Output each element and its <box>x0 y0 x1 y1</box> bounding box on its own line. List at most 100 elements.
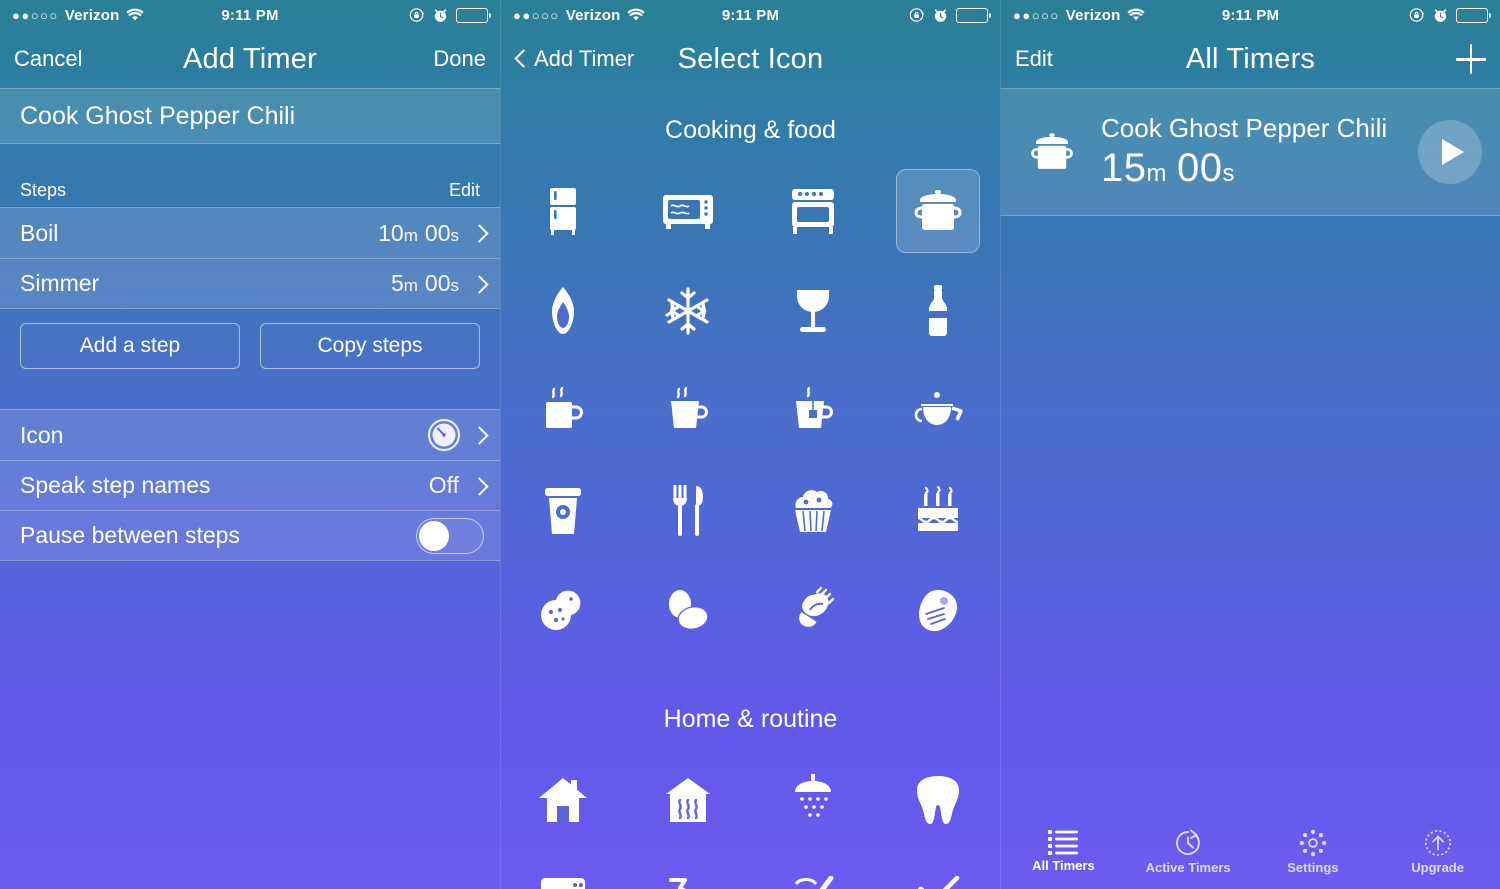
icon-option-ham-roast[interactable] <box>751 561 876 661</box>
section-title-cooking-food: Cooking & food <box>665 116 836 144</box>
steak-icon <box>913 587 963 635</box>
icon-option-fork-knife[interactable] <box>626 461 751 561</box>
timer-options-list: Icon Speak step names Off Pause between … <box>0 409 500 561</box>
chevron-right-icon <box>473 224 484 242</box>
tab-label: Upgrade <box>1411 860 1464 875</box>
section-title-home-routine: Home & routine <box>663 705 838 733</box>
add-a-step-button[interactable]: Add a step <box>20 323 240 369</box>
option-label: Speak step names <box>20 472 211 498</box>
tab-active-timers[interactable]: Active Timers <box>1126 829 1251 875</box>
icon-option-oven-stove[interactable] <box>751 161 876 261</box>
icon-option-tooth[interactable] <box>875 750 1000 850</box>
upload-circle-icon <box>1423 829 1453 857</box>
icon-option-steak[interactable] <box>875 561 1000 661</box>
back-to-add-timer-button[interactable]: Add Timer <box>515 46 634 72</box>
rotation-lock-icon <box>1409 7 1425 23</box>
step-duration: 5m 00s <box>390 270 459 296</box>
cookies-icon <box>538 587 588 635</box>
steps-list: Boil 10m 00s Simmer 5m 00s <box>0 207 500 309</box>
navbar-add-timer: Cancel Add Timer Done <box>0 30 500 88</box>
tab-all-timers[interactable]: All Timers <box>1001 829 1126 873</box>
status-bar: ●●○○○ Verizon 9:11 PM <box>0 0 500 30</box>
flame-icon <box>544 286 582 336</box>
icon-option-eggs[interactable] <box>626 561 751 661</box>
chevron-right-icon <box>473 426 484 444</box>
house-icon <box>537 776 589 824</box>
panel-all-timers: ●●○○○ Verizon 9:11 PM Edit All Timers Co… <box>1000 0 1500 889</box>
icon-option-tea-cup[interactable] <box>751 361 876 461</box>
snowflake-icon <box>664 287 712 335</box>
icon-grid-cooking-food <box>501 161 1000 661</box>
rotation-lock-icon <box>409 7 425 23</box>
battery-icon <box>956 7 992 23</box>
icon-option-teapot[interactable] <box>875 361 1000 461</box>
status-bar: ●●○○○ Verizon 9:11 PM <box>501 0 1000 30</box>
step-row-simmer[interactable]: Simmer 5m 00s <box>0 258 500 308</box>
status-bar: ●●○○○ Verizon 9:11 PM <box>1001 0 1500 30</box>
navbar-select-icon: Add Timer Select Icon <box>501 30 1000 88</box>
icon-option-mop-bucket[interactable] <box>751 850 876 889</box>
option-row-pause-between-steps[interactable]: Pause between steps <box>0 510 500 560</box>
pause-between-steps-toggle[interactable] <box>416 517 484 554</box>
icon-option-vacuum[interactable] <box>626 850 751 889</box>
birthday-cake-icon <box>913 486 963 536</box>
icon-option-house[interactable] <box>501 750 626 850</box>
edit-button[interactable]: Edit <box>1015 46 1053 72</box>
status-bar-left: ●●○○○ Verizon <box>12 7 221 24</box>
icon-option-bottle[interactable] <box>875 261 1000 361</box>
icon-option-refrigerator[interactable] <box>501 161 626 261</box>
icon-option-togo-coffee-cup[interactable] <box>501 461 626 561</box>
done-button[interactable]: Done <box>433 46 486 72</box>
icon-option-muffin[interactable] <box>751 461 876 561</box>
icon-option-cooking-pot[interactable] <box>875 161 1000 261</box>
wifi-icon <box>1126 8 1145 22</box>
steps-edit-button[interactable]: Edit <box>449 180 480 201</box>
page-title: All Timers <box>1185 42 1316 75</box>
icon-option-washing-machine[interactable] <box>501 850 626 889</box>
cancel-button[interactable]: Cancel <box>14 46 82 72</box>
option-row-speak-step-names[interactable]: Speak step names Off <box>0 460 500 510</box>
icon-grid-home-routine <box>501 750 1000 889</box>
icon-option-birthday-cake[interactable] <box>875 461 1000 561</box>
step-name: Simmer <box>20 270 100 296</box>
eggs-icon <box>662 589 714 633</box>
icon-option-microwave[interactable] <box>626 161 751 261</box>
icon-option-cookies[interactable] <box>501 561 626 661</box>
option-label: Icon <box>20 421 64 448</box>
icon-option-shower[interactable] <box>751 750 876 850</box>
timer-name: Cook Ghost Pepper Chili <box>1101 113 1388 143</box>
copy-steps-button[interactable]: Copy steps <box>260 323 480 369</box>
icon-option-snowflake[interactable] <box>626 261 751 361</box>
icon-option-coffee-mug[interactable] <box>501 361 626 461</box>
step-name: Boil <box>20 219 59 246</box>
tooth-icon <box>915 774 961 826</box>
option-row-icon[interactable]: Icon <box>0 410 500 460</box>
option-label: Pause between steps <box>20 522 240 548</box>
icon-option-hot-drink-cup[interactable] <box>626 361 751 461</box>
icon-option-flame[interactable] <box>501 261 626 361</box>
tab-upgrade[interactable]: Upgrade <box>1375 829 1500 875</box>
rotation-lock-icon <box>909 7 925 23</box>
icon-option-wine-glass[interactable] <box>751 261 876 361</box>
icon-option-broom[interactable] <box>875 850 1000 889</box>
status-bar-time: 9:11 PM <box>1221 6 1280 24</box>
tab-settings[interactable]: Settings <box>1251 829 1376 875</box>
plus-icon[interactable] <box>1456 44 1486 74</box>
cooking-pot-icon <box>911 189 965 233</box>
gear-icon <box>1298 829 1328 857</box>
refrigerator-icon <box>541 186 585 236</box>
timer-name-input[interactable]: Cook Ghost Pepper Chili <box>0 88 500 144</box>
steps-actions: Add a step Copy steps <box>0 309 500 387</box>
status-bar-left: ●●○○○ Verizon <box>513 7 722 24</box>
carrier-label: Verizon <box>1065 6 1121 24</box>
step-duration: 10m 00s <box>378 219 459 246</box>
bottle-icon <box>925 285 951 337</box>
icon-option-sauna[interactable] <box>626 750 751 850</box>
timer-list-item[interactable]: Cook Ghost Pepper Chili 15m 00s <box>1001 88 1500 216</box>
ham-roast-icon <box>788 586 838 636</box>
status-bar-time: 9:11 PM <box>221 6 279 24</box>
play-icon[interactable] <box>1418 120 1482 184</box>
step-row-boil[interactable]: Boil 10m 00s <box>0 208 500 258</box>
coffee-mug-icon <box>538 386 588 436</box>
